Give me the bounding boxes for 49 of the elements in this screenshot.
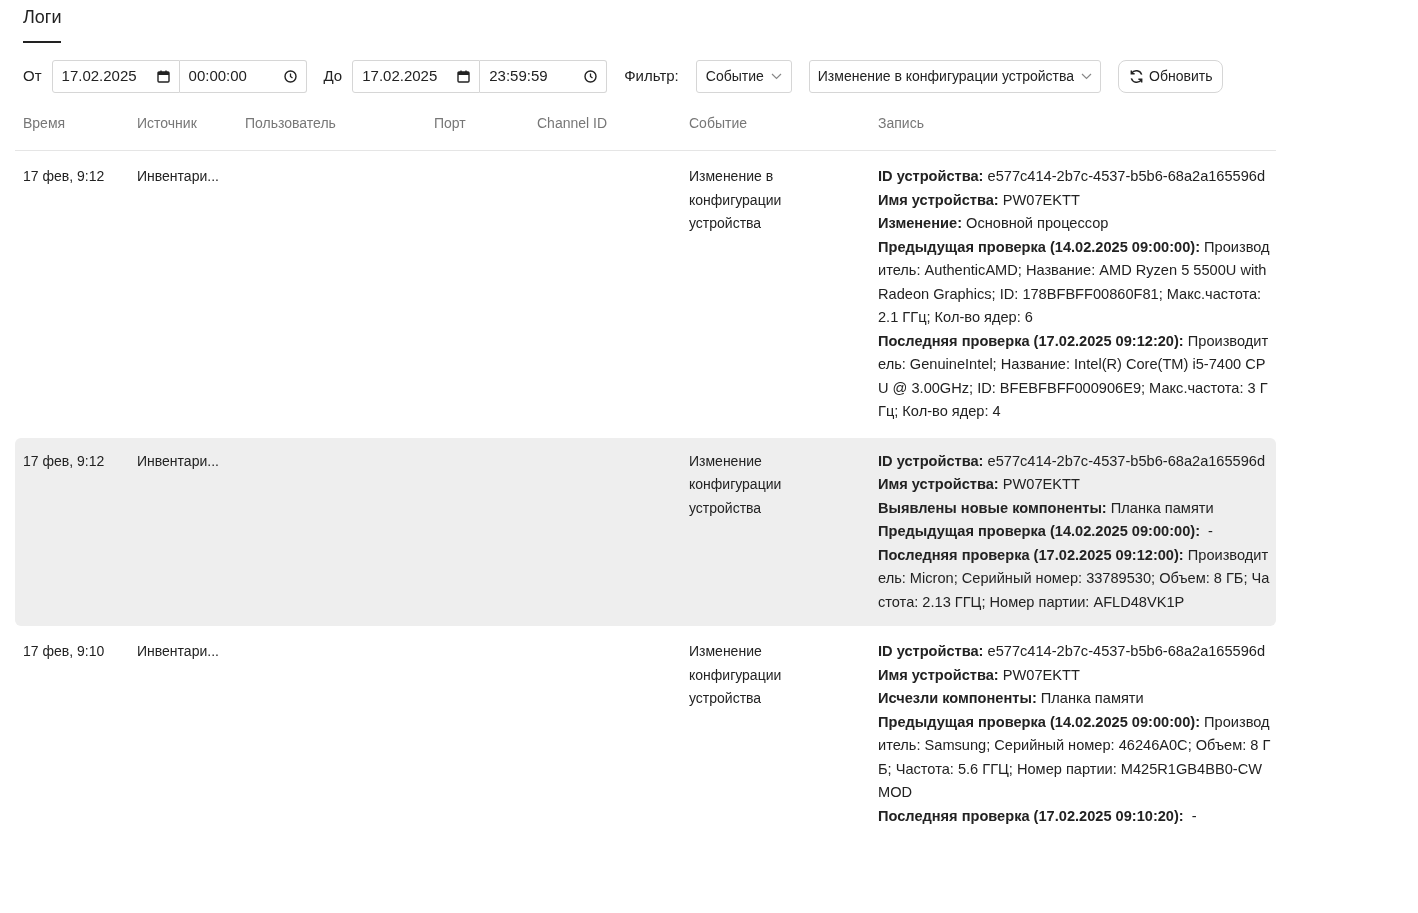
record-line: Имя устройства: PW07EKTT (878, 190, 1081, 210)
time-cell: 17 фев, 9:12 (23, 452, 105, 469)
field-label: От (23, 65, 42, 86)
filter-dropdown[interactable]: Изменение в конфигурации устройства (808, 59, 1102, 93)
record-line: Имя устройства: PW07EKTT (878, 665, 1081, 685)
column-header[interactable]: Время (15, 113, 129, 134)
record-line: ID устройства: e577c414-2b7c-4537-b5b6-68a2a165596d (878, 167, 1267, 186)
record-line: Выявлены новые компоненты: Планка памяти (878, 498, 1215, 518)
record-line: Последняя проверка (17.02.2025 09:12:20): Производитель: GenuineIntel; Название: Intel(R) Core(TM) i5-7400 CPU @ 3.00GHz; ID: BFEBFBFF000906E9; Макс.частота: 3 ГГц; Кол-во ядер: 4 (878, 331, 1270, 421)
calendar-icon (156, 69, 170, 83)
source-cell: Инвентари... (137, 452, 219, 469)
record-line: Предыдущая проверка (14.02.2025 09:00:00): Производитель: AuthenticAMD; Название: AMD Ryzen 5 5500U with Radeon Graphics; ID: 178BFBFF00860F81; Макс.частота: 2.1 ГГц; Кол-во ядер: 6 (878, 237, 1271, 327)
event-cell: Изменение конфигурации устройства (689, 452, 782, 516)
field-label: До (323, 65, 343, 86)
record-line: ID устройства: e577c414-2b7c-4537-b5b6-68a2a165596d (878, 451, 1267, 471)
date-field[interactable]: 17.02.2025 (51, 59, 180, 93)
caret-icon (770, 72, 782, 80)
column-header[interactable]: Источник (129, 113, 237, 134)
source-cell: Инвентари... (137, 168, 219, 184)
caret-icon (1081, 72, 1093, 80)
tab[interactable]: Логи (23, 4, 62, 43)
source-cell: Инвентари... (137, 643, 219, 659)
time-field[interactable]: 00:00:00 (179, 59, 307, 93)
record-line: Исчезли компоненты: Планка памяти (878, 689, 1145, 708)
record-line: ID устройства: e577c414-2b7c-4537-b5b6-68a2a165596d (878, 642, 1267, 661)
record-line: Имя устройства: PW07EKTT (878, 475, 1081, 494)
column-header[interactable]: Событие (681, 113, 870, 134)
column-header[interactable]: Channel ID (529, 113, 681, 134)
refresh-icon (1129, 68, 1145, 84)
record-line: Последняя проверка (17.02.2025 09:12:00): Производитель: Micron; Серийный номер: 33789530; Объем: 8 ГБ; Частота: 2.13 ГГЦ; Номер партии: AFLD48VK1P (878, 545, 1271, 612)
clock-icon (283, 69, 297, 83)
filter-dropdown[interactable]: Событие (695, 59, 792, 93)
column-header[interactable]: Запись (870, 113, 1276, 134)
record-line: Изменение: Основной процессор (878, 214, 1110, 233)
field-label: Фильтр: (624, 65, 679, 86)
event-cell: Изменение в конфигурации устройства (689, 168, 782, 231)
record-line: Предыдущая проверка (14.02.2025 09:00:00): Производитель: Samsung; Серийный номер: 46246A0C; Объем: 8 ГБ; Частота: 5.6 ГГЦ; Номер партии: M425R1GB4BB0-CWMOD (878, 712, 1272, 802)
calendar-icon (457, 69, 471, 83)
time-field[interactable]: 23:59:59 (480, 59, 608, 93)
column-header[interactable]: Пользователь (237, 113, 426, 134)
time-cell: 17 фев, 9:12 (23, 168, 105, 184)
record-line: Предыдущая проверка (14.02.2025 09:00:00): - (878, 522, 1214, 541)
record-line: Последняя проверка (17.02.2025 09:10:20): - (878, 806, 1198, 826)
clock-icon (584, 69, 598, 83)
time-cell: 17 фев, 9:10 (23, 643, 105, 659)
date-field[interactable]: 17.02.2025 (352, 59, 481, 93)
refresh-button[interactable]: Обновить (1118, 59, 1224, 93)
column-header[interactable]: Порт (426, 113, 529, 134)
event-cell: Изменение конфигурации устройства (689, 643, 782, 706)
